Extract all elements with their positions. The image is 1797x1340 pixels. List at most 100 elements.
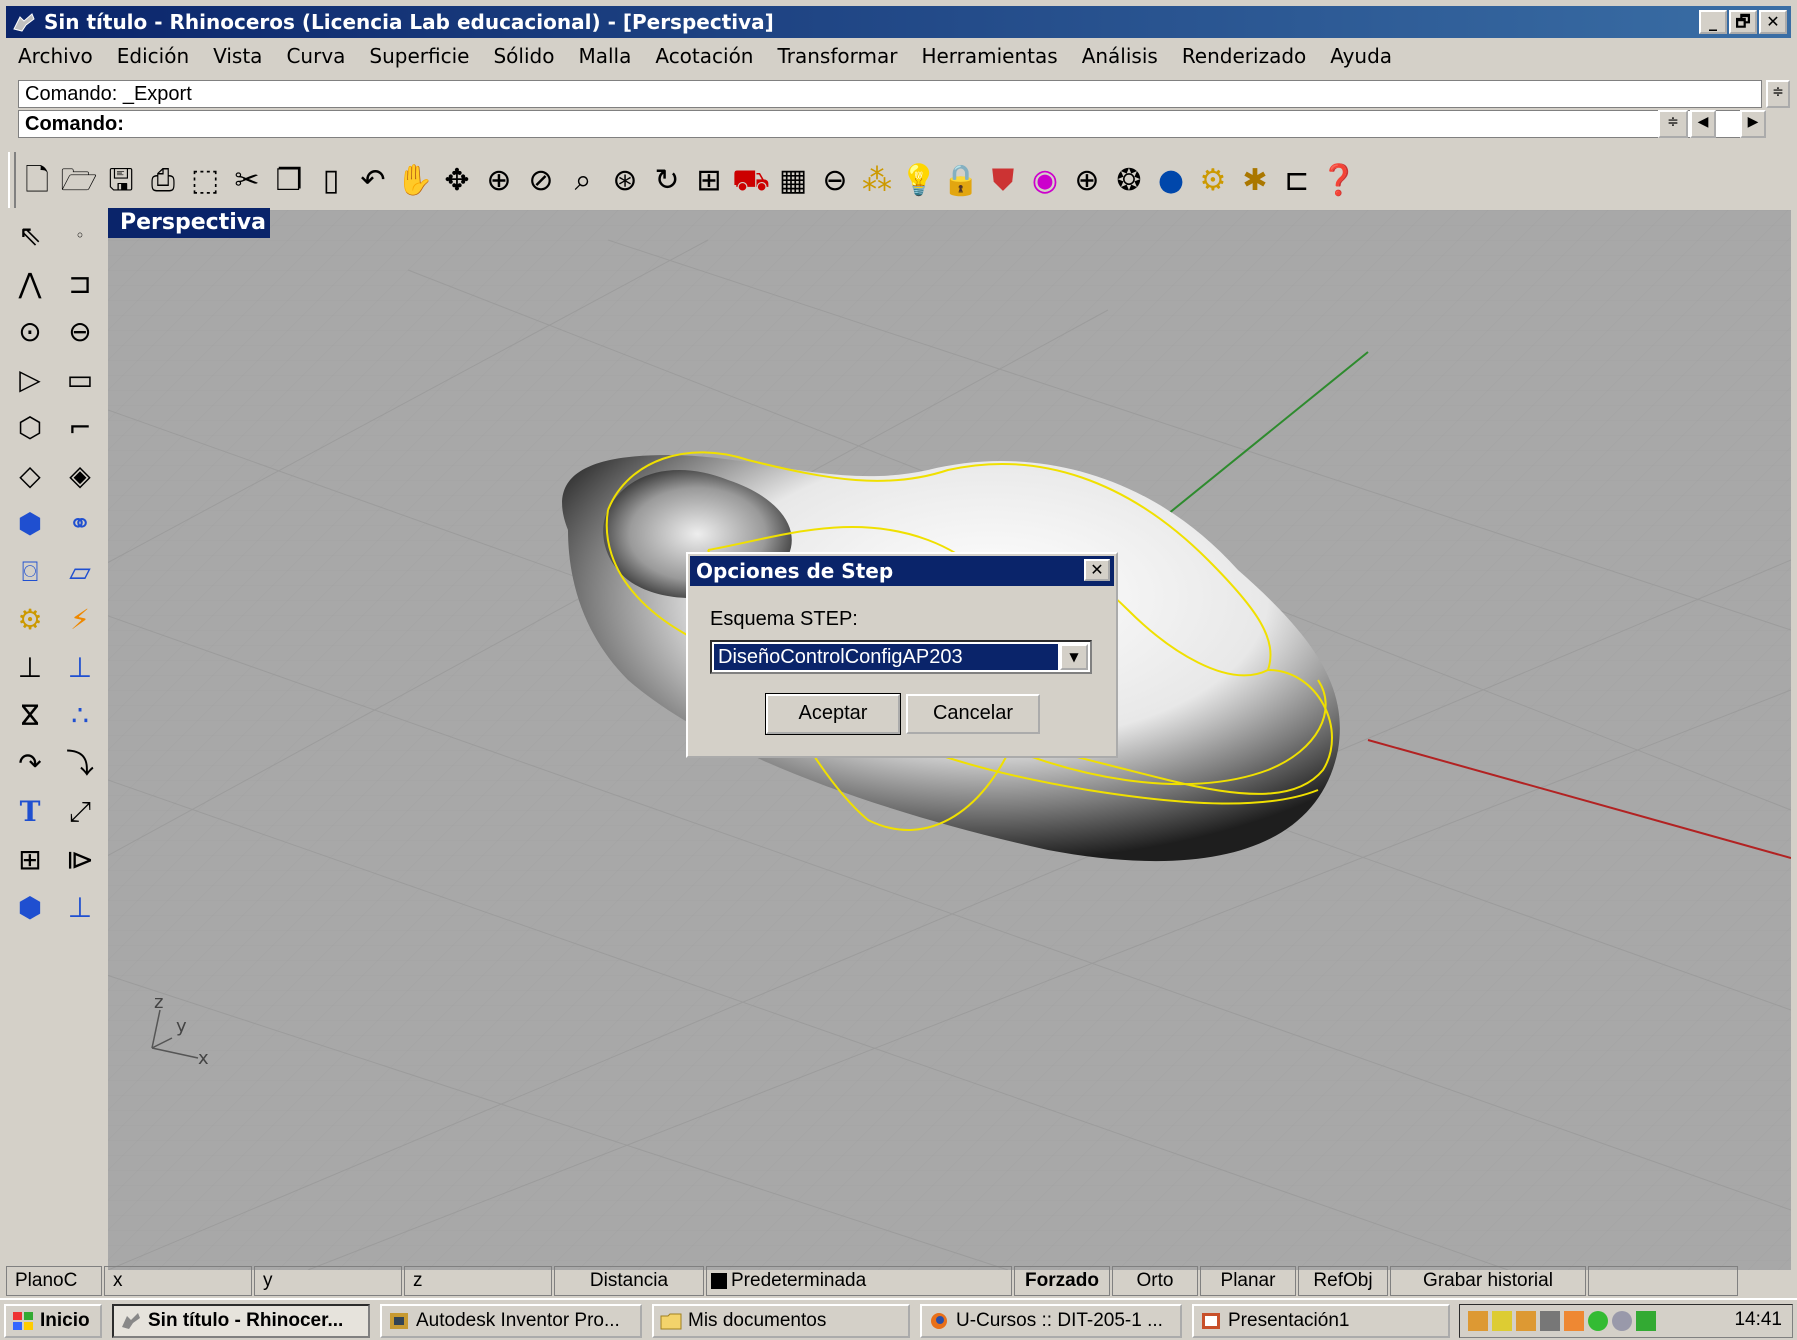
command-left-arrow-icon[interactable]: ◀: [1690, 110, 1716, 138]
gear-tools-icon[interactable]: ⚙: [10, 600, 50, 640]
menu-vista[interactable]: Vista: [201, 44, 274, 68]
task-mis-documentos[interactable]: Mis documentos: [652, 1304, 910, 1338]
layout-icon[interactable]: ⊏: [1278, 160, 1316, 202]
new-icon[interactable]: 🗋: [18, 160, 56, 202]
task-inventor[interactable]: Autodesk Inventor Pro...: [380, 1304, 642, 1338]
step-schema-select[interactable]: DiseñoControlConfigAP203 ▼: [710, 640, 1092, 674]
layer-points-icon[interactable]: ⁂: [858, 160, 896, 202]
tray-icon-6[interactable]: [1588, 1311, 1608, 1331]
surface-corner-icon[interactable]: ◇: [10, 456, 50, 496]
command-scroll-up-icon[interactable]: ≑: [1766, 80, 1790, 108]
status-snap-toggle[interactable]: Forzado: [1014, 1266, 1110, 1296]
text-icon[interactable]: T: [10, 792, 50, 832]
cancel-button[interactable]: Cancelar: [906, 694, 1040, 734]
rotate-camera-icon[interactable]: ↻: [648, 160, 686, 202]
curve-cv-icon[interactable]: ⊐: [60, 264, 100, 304]
import-icon[interactable]: ⬚: [186, 160, 224, 202]
tray-icon-3[interactable]: [1516, 1311, 1536, 1331]
menu-malla[interactable]: Malla: [566, 44, 643, 68]
status-planar-toggle[interactable]: Planar: [1200, 1266, 1296, 1296]
menu-curva[interactable]: Curva: [274, 44, 357, 68]
lock-icon[interactable]: 🔒: [942, 160, 980, 202]
car-icon[interactable]: ⛟: [732, 160, 770, 202]
shade-icon[interactable]: ⛊: [984, 160, 1022, 202]
polygon-icon[interactable]: ⬡: [10, 408, 50, 448]
scale-icon[interactable]: ⤢: [60, 792, 100, 832]
rectangle-icon[interactable]: ▭: [60, 360, 100, 400]
toolbar-grip[interactable]: [8, 152, 16, 208]
dialog-close-icon[interactable]: ✕: [1084, 559, 1110, 581]
mirror-icon[interactable]: ⧐: [60, 840, 100, 880]
dropdown-arrow-icon[interactable]: ▼: [1060, 644, 1088, 670]
tray-icon-5[interactable]: [1564, 1311, 1584, 1331]
minimize-button[interactable]: _: [1699, 10, 1727, 34]
menu-archivo[interactable]: Archivo: [6, 44, 105, 68]
menu-herramientas[interactable]: Herramientas: [909, 44, 1069, 68]
grid-plane-icon[interactable]: ▦: [774, 160, 812, 202]
split-icon[interactable]: ⊥: [10, 648, 50, 688]
menu-acotacion[interactable]: Acotación: [643, 44, 765, 68]
settings-icon[interactable]: ✱: [1236, 160, 1274, 202]
menu-renderizado[interactable]: Renderizado: [1170, 44, 1318, 68]
fillet-edge-icon[interactable]: ↷: [10, 744, 50, 784]
group-icon[interactable]: ⴵ: [10, 696, 50, 736]
surface-loft-icon[interactable]: ◈: [60, 456, 100, 496]
boolean-union-icon[interactable]: ⚭: [60, 504, 100, 544]
tray-icon-7[interactable]: [1612, 1311, 1632, 1331]
menu-analisis[interactable]: Análisis: [1070, 44, 1170, 68]
color-wheel-icon[interactable]: ◉: [1026, 160, 1064, 202]
rotate-view-icon[interactable]: ✥: [438, 160, 476, 202]
print-icon[interactable]: ⎙: [144, 160, 182, 202]
cube-view-icon[interactable]: ⬢: [10, 888, 50, 928]
task-rhinoceros[interactable]: Sin título - Rhinocer...: [112, 1304, 370, 1338]
status-layer[interactable]: Predeterminada: [706, 1266, 1012, 1296]
undo-icon[interactable]: ↶: [354, 160, 392, 202]
menu-edicion[interactable]: Edición: [105, 44, 201, 68]
status-ortho-toggle[interactable]: Orto: [1112, 1266, 1198, 1296]
start-button[interactable]: Inicio: [4, 1304, 102, 1338]
select-arrow-icon[interactable]: ⇖: [10, 216, 50, 256]
sphere-wire-icon[interactable]: ⊕: [1068, 160, 1106, 202]
help-icon[interactable]: ❓: [1320, 160, 1358, 202]
network-icon[interactable]: [1636, 1311, 1656, 1331]
zoom-selected-icon[interactable]: ⊛: [606, 160, 644, 202]
command-input[interactable]: Comando:: [18, 110, 1762, 138]
status-osnap-toggle[interactable]: RefObj: [1298, 1266, 1388, 1296]
command-scroll-down-icon[interactable]: ≑: [1658, 110, 1688, 138]
task-presentacion[interactable]: Presentación1: [1192, 1304, 1450, 1338]
tray-icon-4[interactable]: [1540, 1311, 1560, 1331]
tray-icon-2[interactable]: [1492, 1311, 1512, 1331]
light-icon[interactable]: 💡: [900, 160, 938, 202]
zoom-extents-icon[interactable]: ⌕: [564, 160, 602, 202]
accept-button[interactable]: Aceptar: [765, 693, 901, 735]
box-icon[interactable]: ⬢: [10, 504, 50, 544]
mesh-plane-icon[interactable]: ▱: [60, 552, 100, 592]
zoom-window-icon[interactable]: ⊘: [522, 160, 560, 202]
zoom-dynamic-icon[interactable]: ⊕: [480, 160, 518, 202]
dialog-title[interactable]: Opciones de Step: [690, 556, 1114, 586]
fillet-curve-icon[interactable]: ⌐: [60, 408, 100, 448]
circle-icon[interactable]: ⊙: [10, 312, 50, 352]
polyline-icon[interactable]: ⋀: [10, 264, 50, 304]
status-history-toggle[interactable]: Grabar historial: [1390, 1266, 1586, 1296]
open-icon[interactable]: 🗁: [60, 160, 98, 202]
viewports-icon[interactable]: ⊞: [690, 160, 728, 202]
copy-icon[interactable]: ❐: [270, 160, 308, 202]
trim-icon[interactable]: ⊥: [60, 648, 100, 688]
dimension-icon[interactable]: ⊥: [60, 888, 100, 928]
menu-superficie[interactable]: Superficie: [357, 44, 481, 68]
render-globe-icon[interactable]: ❂: [1110, 160, 1148, 202]
clock[interactable]: 14:41: [1734, 1309, 1782, 1331]
ellipse-icon[interactable]: ⊖: [60, 312, 100, 352]
restore-button[interactable]: 🗗: [1729, 10, 1757, 34]
save-icon[interactable]: 🖫: [102, 160, 140, 202]
point-icon[interactable]: ◦: [60, 216, 100, 256]
ungroup-icon[interactable]: ∴: [60, 696, 100, 736]
status-plane[interactable]: PlanoC: [6, 1266, 102, 1296]
viewport-title[interactable]: Perspectiva: [108, 208, 270, 238]
explode-icon[interactable]: ⚡: [60, 600, 100, 640]
close-button[interactable]: ✕: [1759, 10, 1787, 34]
pan-hand-icon[interactable]: ✋: [396, 160, 434, 202]
arc-icon[interactable]: ▷: [10, 360, 50, 400]
command-right-arrow-icon[interactable]: ▶: [1740, 110, 1766, 138]
